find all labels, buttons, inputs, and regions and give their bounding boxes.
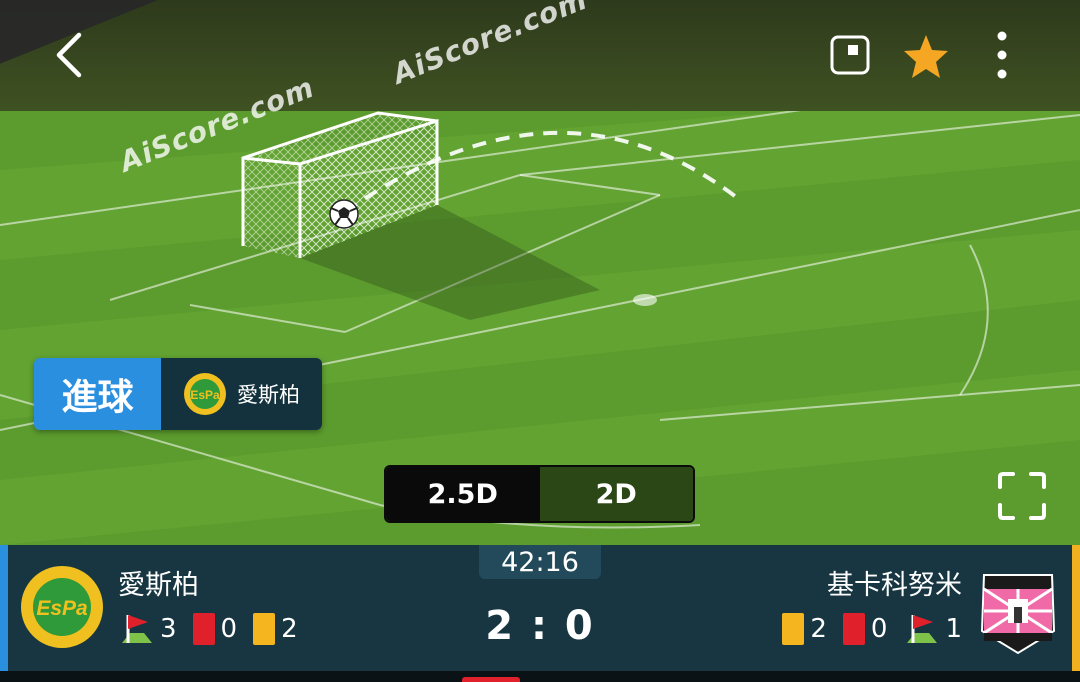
corner-flag-icon bbox=[907, 615, 938, 643]
fullscreen-button[interactable] bbox=[994, 468, 1050, 524]
scoreboard: EsPa 愛斯柏 3 0 2 42:16 2 : 0 基卡科努米 2 0 1 bbox=[0, 545, 1080, 671]
svg-text:EsPa: EsPa bbox=[36, 597, 88, 620]
event-card: 進球 EsPa 愛斯柏 bbox=[34, 358, 322, 430]
chevron-left-icon bbox=[56, 32, 82, 78]
team-logo-icon: EsPa bbox=[184, 373, 226, 415]
event-team-name: 愛斯柏 bbox=[237, 383, 300, 407]
away-corners: 1 bbox=[945, 614, 962, 644]
picture-in-picture-icon bbox=[830, 35, 870, 75]
event-team: EsPa 愛斯柏 bbox=[161, 358, 322, 430]
toggle-2-5d[interactable]: 2.5D bbox=[386, 467, 540, 521]
back-button[interactable] bbox=[46, 30, 90, 80]
away-team-name[interactable]: 基卡科努米 bbox=[827, 563, 962, 602]
view-toggle: 2.5D 2D bbox=[384, 465, 695, 523]
fullscreen-icon bbox=[998, 472, 1046, 520]
match-score: 2 : 0 bbox=[485, 603, 595, 649]
home-yellow-cards: 2 bbox=[281, 614, 298, 644]
red-card-icon bbox=[192, 613, 215, 645]
yellow-card-icon bbox=[253, 613, 276, 645]
home-red-cards: 0 bbox=[220, 614, 238, 644]
away-team-logo[interactable] bbox=[976, 571, 1060, 655]
ball-icon bbox=[329, 199, 359, 229]
away-yellow-cards: 2 bbox=[810, 614, 827, 644]
home-stats: 3 0 2 bbox=[118, 611, 298, 647]
indicator bbox=[462, 677, 520, 682]
favorite-button[interactable] bbox=[900, 30, 952, 82]
home-team-logo[interactable]: EsPa bbox=[20, 565, 104, 649]
yellow-card-icon bbox=[782, 613, 805, 645]
away-stats: 2 0 1 bbox=[782, 611, 962, 647]
red-card-icon bbox=[842, 613, 865, 645]
match-clock: 42:16 bbox=[479, 545, 601, 579]
star-icon bbox=[904, 35, 948, 78]
picture-in-picture-button[interactable] bbox=[826, 31, 874, 79]
home-accent bbox=[0, 545, 8, 671]
more-vertical-icon bbox=[997, 31, 1007, 79]
match-animation-view: AiScore.com AiScore.com 進球 EsPa 愛斯柏 2.5D… bbox=[0, 0, 1080, 545]
bottom-strip bbox=[0, 671, 1080, 682]
svg-text:EsPa: EsPa bbox=[190, 388, 220, 402]
event-label: 進球 bbox=[34, 358, 161, 430]
toggle-2d[interactable]: 2D bbox=[539, 467, 693, 521]
home-team-name[interactable]: 愛斯柏 bbox=[118, 563, 199, 602]
corner-flag-icon bbox=[122, 615, 152, 643]
home-corners: 3 bbox=[160, 614, 177, 644]
away-red-cards: 0 bbox=[870, 614, 888, 644]
more-options-button[interactable] bbox=[986, 28, 1018, 82]
away-accent bbox=[1072, 545, 1080, 671]
